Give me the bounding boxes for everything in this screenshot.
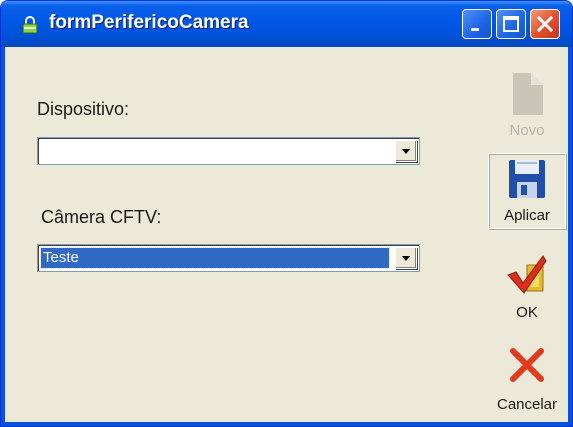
chevron-down-icon xyxy=(402,256,410,261)
window-border-bottom xyxy=(1,422,572,426)
lock-icon xyxy=(22,16,38,34)
close-button[interactable] xyxy=(530,9,560,39)
dispositivo-select[interactable] xyxy=(37,137,420,165)
ok-check-icon xyxy=(507,255,547,294)
window-border-left xyxy=(1,47,5,426)
maximize-icon xyxy=(503,16,519,32)
camera-dropdown-button[interactable] xyxy=(395,247,417,269)
close-icon xyxy=(536,15,554,33)
cancel-x-icon xyxy=(510,348,544,382)
ok-label: OK xyxy=(516,304,538,321)
chevron-down-icon xyxy=(402,149,410,154)
new-document-icon xyxy=(513,73,543,115)
aplicar-label: Aplicar xyxy=(504,207,550,224)
dispositivo-dropdown-button[interactable] xyxy=(395,140,417,162)
camera-value: Teste xyxy=(40,247,390,269)
camera-label: Câmera CFTV: xyxy=(41,207,162,227)
camera-select[interactable]: Teste xyxy=(37,244,420,272)
form-window: formPerifericoCamera Dispositivo: Câmera… xyxy=(0,0,573,427)
dispositivo-value xyxy=(41,141,389,161)
window-border-right xyxy=(568,47,572,426)
novo-label: Novo xyxy=(509,122,545,139)
maximize-button[interactable] xyxy=(496,9,526,39)
title-bar[interactable]: formPerifericoCamera xyxy=(1,1,572,47)
window-title: formPerifericoCamera xyxy=(49,12,249,33)
cancelar-button[interactable]: Cancelar xyxy=(488,341,566,417)
cancelar-label: Cancelar xyxy=(496,396,558,413)
aplicar-button[interactable]: Aplicar xyxy=(488,153,566,229)
save-disk-icon xyxy=(509,160,545,198)
minimize-button[interactable] xyxy=(462,9,492,39)
minimize-icon xyxy=(471,28,479,31)
ok-button[interactable]: OK xyxy=(488,249,566,325)
dispositivo-label: Dispositivo: xyxy=(37,99,130,119)
novo-button[interactable]: Novo xyxy=(488,67,566,143)
